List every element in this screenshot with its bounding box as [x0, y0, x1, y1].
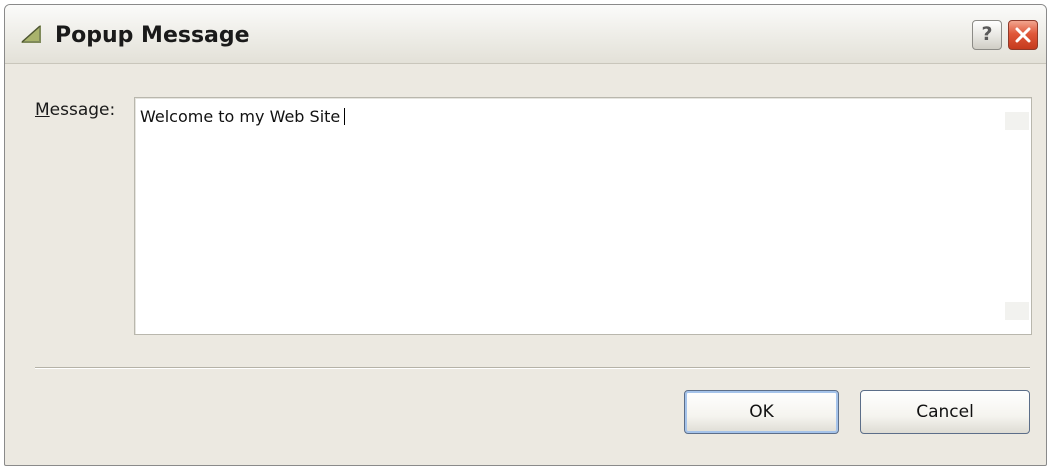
- popup-message-dialog: Popup Message ? Message: Welcome to my W…: [4, 4, 1047, 466]
- close-button[interactable]: [1008, 20, 1038, 50]
- divider: [35, 367, 1030, 369]
- message-text: Welcome to my Web Site: [140, 107, 346, 126]
- close-icon: [1015, 27, 1031, 43]
- title-bar[interactable]: Popup Message ?: [5, 5, 1046, 64]
- tool-icon: [19, 23, 43, 45]
- scroll-up-area[interactable]: [1005, 112, 1029, 130]
- message-label-mnemonic: M: [35, 100, 50, 120]
- text-caret: [344, 108, 346, 125]
- window-title: Popup Message: [55, 23, 250, 48]
- message-textarea[interactable]: Welcome to my Web Site: [134, 97, 1032, 335]
- help-icon: ?: [981, 23, 993, 45]
- message-label: Message:: [35, 100, 115, 120]
- ok-button[interactable]: OK: [684, 390, 839, 434]
- message-value: Welcome to my Web Site: [140, 107, 341, 126]
- scroll-down-area[interactable]: [1005, 302, 1029, 320]
- message-label-text: essage:: [49, 100, 116, 120]
- help-button[interactable]: ?: [972, 20, 1002, 50]
- cancel-button[interactable]: Cancel: [860, 390, 1030, 434]
